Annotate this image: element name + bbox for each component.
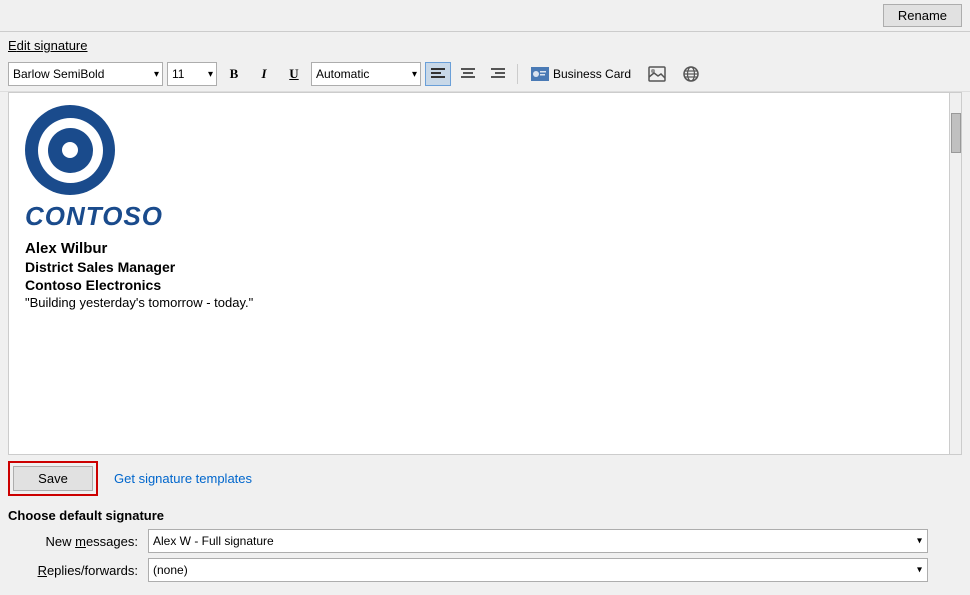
new-messages-label: New messages: xyxy=(8,534,148,549)
underline-button[interactable]: U xyxy=(281,62,307,86)
replies-select[interactable]: (none) Alex W - Full signature xyxy=(148,558,928,582)
bold-button[interactable]: B xyxy=(221,62,247,86)
editor-scrollbar[interactable] xyxy=(949,93,961,454)
contoso-logo: CONTOSO xyxy=(25,105,933,232)
logo-dot xyxy=(62,142,78,158)
new-messages-dropdown-wrapper: Alex W - Full signature (none) xyxy=(148,529,928,553)
align-left-button[interactable] xyxy=(425,62,451,86)
font-size-wrapper: 11 8 9 10 12 14 xyxy=(167,62,217,86)
edit-underline: E xyxy=(8,38,17,53)
color-select-wrapper: Automatic Black Red Blue xyxy=(311,62,421,86)
default-sig-title: Choose default signature xyxy=(8,508,962,523)
align-right-icon xyxy=(491,68,505,80)
font-family-wrapper: Barlow SemiBold Arial Calibri xyxy=(8,62,163,86)
new-messages-row: New messages: Alex W - Full signature (n… xyxy=(8,529,962,553)
replies-label: Replies/forwards: xyxy=(8,563,148,578)
save-area: Save Get signature templates xyxy=(0,455,970,502)
business-card-icon xyxy=(531,67,549,81)
signature-title: District Sales Manager xyxy=(25,259,933,275)
business-card-svg xyxy=(532,68,548,80)
edit-signature-label: Edit signature xyxy=(0,32,970,57)
align-center-button[interactable] xyxy=(455,62,481,86)
logo-inner xyxy=(38,118,103,183)
align-right-button[interactable] xyxy=(485,62,511,86)
italic-button[interactable]: I xyxy=(251,62,277,86)
replies-underline: R xyxy=(38,563,47,578)
business-card-button[interactable]: Business Card xyxy=(524,61,638,87)
editor-content[interactable]: CONTOSO Alex Wilbur District Sales Manag… xyxy=(9,93,949,454)
default-signature-section: Choose default signature New messages: A… xyxy=(0,502,970,595)
toolbar-separator xyxy=(517,64,518,84)
signature-editor: CONTOSO Alex Wilbur District Sales Manag… xyxy=(8,92,962,455)
new-messages-select[interactable]: Alex W - Full signature (none) xyxy=(148,529,928,553)
align-left-icon xyxy=(431,68,445,80)
new-messages-underline: m xyxy=(75,534,86,549)
rename-button[interactable]: Rename xyxy=(883,4,962,27)
formatting-toolbar: Barlow SemiBold Arial Calibri 11 8 9 10 … xyxy=(0,57,970,92)
hyperlink-icon xyxy=(682,66,700,82)
image-insert-button[interactable] xyxy=(642,61,672,87)
business-card-label: Business Card xyxy=(553,67,631,81)
signature-quote: "Building yesterday's tomorrow - today." xyxy=(25,295,933,310)
save-button-wrapper: Save xyxy=(8,461,98,496)
top-bar: Rename xyxy=(0,0,970,32)
contoso-brand-text: CONTOSO xyxy=(25,201,933,232)
logo-mid xyxy=(48,128,93,173)
main-container: Rename Edit signature Barlow SemiBold Ar… xyxy=(0,0,970,595)
save-button[interactable]: Save xyxy=(13,466,93,491)
get-templates-link[interactable]: Get signature templates xyxy=(114,471,252,486)
hyperlink-button[interactable] xyxy=(676,61,706,87)
replies-row: Replies/forwards: (none) Alex W - Full s… xyxy=(8,558,962,582)
signature-name: Alex Wilbur xyxy=(25,240,933,257)
image-icon xyxy=(648,66,666,82)
align-center-icon xyxy=(461,68,475,80)
font-family-select[interactable]: Barlow SemiBold Arial Calibri xyxy=(8,62,163,86)
scrollbar-thumb[interactable] xyxy=(951,113,961,153)
signature-company: Contoso Electronics xyxy=(25,277,933,293)
font-size-select[interactable]: 11 8 9 10 12 14 xyxy=(167,62,217,86)
replies-dropdown-wrapper: (none) Alex W - Full signature xyxy=(148,558,928,582)
logo-circle xyxy=(25,105,115,195)
color-select[interactable]: Automatic Black Red Blue xyxy=(311,62,421,86)
edit-rest: dit signature xyxy=(17,38,88,53)
